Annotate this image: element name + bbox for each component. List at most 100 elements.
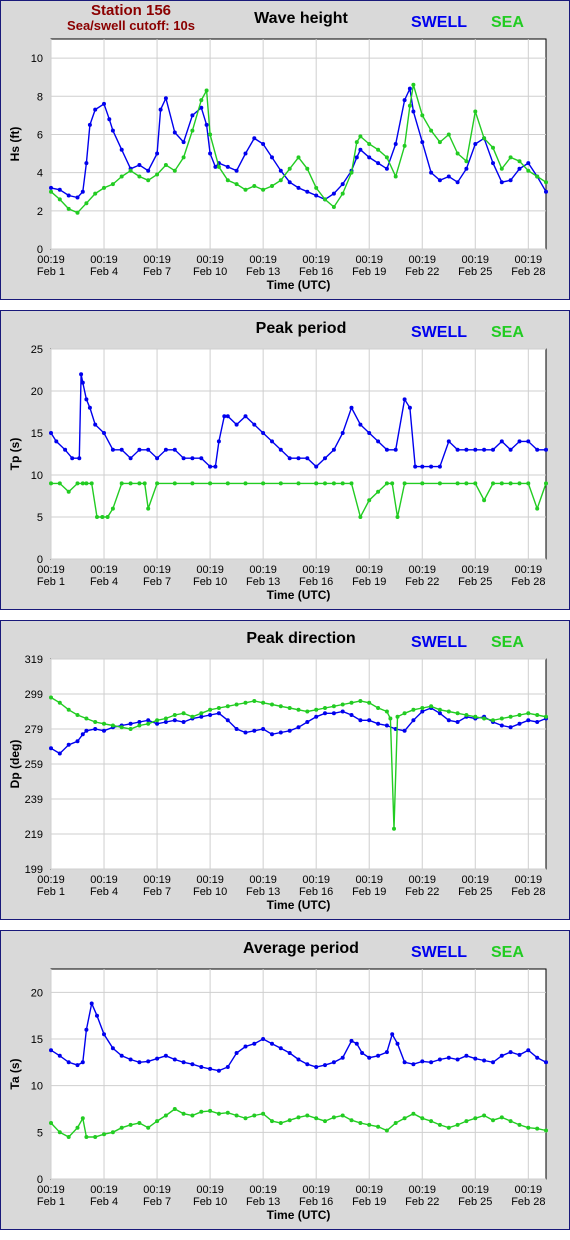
data-point-sea: [155, 718, 160, 723]
data-point-swell: [57, 751, 62, 756]
data-point-sea: [349, 170, 354, 175]
x-tick-date: Feb 4: [90, 576, 118, 588]
x-tick-date: Feb 19: [352, 576, 386, 588]
data-point-swell: [216, 1068, 221, 1073]
x-tick-date: Feb 13: [246, 886, 280, 898]
data-point-sea: [437, 1122, 442, 1127]
data-point-sea: [402, 481, 407, 486]
data-point-sea: [473, 481, 478, 486]
data-point-sea: [146, 178, 151, 183]
y-tick-label: 4: [37, 168, 43, 180]
data-point-sea: [278, 704, 283, 709]
data-point-sea: [270, 702, 274, 707]
data-point-swell: [95, 1013, 99, 1018]
x-tick-date: Feb 13: [246, 1196, 280, 1208]
data-point-sea: [49, 481, 53, 486]
x-tick-date: Feb 25: [458, 886, 492, 898]
x-tick-date: Feb 10: [193, 1196, 227, 1208]
data-point-swell: [208, 1066, 213, 1071]
data-point-sea: [216, 1111, 221, 1116]
data-point-sea: [384, 709, 389, 714]
data-point-swell: [499, 439, 504, 444]
data-point-sea: [464, 1119, 469, 1124]
data-point-swell: [464, 447, 469, 452]
data-point-swell: [222, 414, 227, 419]
data-point-swell: [384, 447, 389, 452]
data-point-sea: [473, 109, 478, 114]
data-point-sea: [181, 711, 186, 716]
data-point-swell: [87, 122, 92, 127]
data-point-sea: [287, 706, 292, 710]
y-tick-label: 5: [37, 1127, 43, 1139]
x-tick-time: 00:19: [90, 254, 118, 266]
data-point-sea: [482, 716, 487, 721]
data-point-swell: [204, 122, 209, 127]
data-point-swell: [163, 447, 168, 452]
data-point-swell: [508, 178, 513, 183]
data-point-swell: [155, 151, 160, 156]
data-point-sea: [473, 1116, 478, 1121]
data-point-sea: [331, 1115, 336, 1120]
data-point-swell: [323, 1063, 327, 1068]
data-point-sea: [499, 481, 504, 486]
data-point-swell: [87, 405, 92, 410]
data-point-sea: [75, 713, 80, 717]
data-point-sea: [464, 713, 469, 717]
data-point-sea: [66, 206, 71, 211]
data-point-swell: [376, 161, 381, 166]
data-point-swell: [128, 456, 133, 461]
data-point-swell: [155, 721, 160, 726]
data-point-swell: [331, 447, 336, 452]
data-point-swell: [314, 464, 319, 469]
data-point-swell: [340, 182, 345, 187]
data-point-sea: [491, 145, 495, 150]
data-point-swell: [172, 130, 177, 135]
data-point-swell: [190, 113, 195, 118]
data-point-sea: [420, 113, 425, 118]
data-point-sea: [482, 136, 487, 141]
data-point-swell: [331, 191, 336, 196]
data-point-sea: [208, 1108, 213, 1113]
data-point-swell: [499, 723, 504, 728]
average-period-panel: 0 5 10 15 20 00:19 Feb 1 00:19 Feb 4 00:19 Feb 7 00…: [0, 930, 570, 1230]
legend-sea: SEA: [491, 14, 524, 31]
data-point-swell: [358, 422, 363, 427]
x-tick-time: 00:19: [302, 254, 330, 266]
x-tick-date: Feb 10: [193, 886, 227, 898]
x-tick-time: 00:19: [302, 1184, 330, 1196]
data-point-swell: [296, 456, 301, 461]
x-tick-date: Feb 16: [299, 886, 333, 898]
data-point-swell: [482, 1058, 487, 1063]
data-point-swell: [80, 189, 85, 194]
data-point-sea: [102, 1132, 106, 1137]
data-point-sea: [314, 185, 319, 190]
data-point-sea: [535, 1126, 540, 1131]
data-point-sea: [93, 720, 98, 724]
x-tick-time: 00:19: [302, 874, 330, 886]
x-tick-date: Feb 7: [143, 576, 171, 588]
data-point-swell: [137, 1060, 142, 1065]
data-point-sea: [119, 725, 124, 730]
data-point-swell: [155, 1056, 160, 1061]
data-point-swell: [367, 1055, 372, 1060]
data-point-sea: [482, 1113, 487, 1118]
data-point-swell: [216, 439, 221, 444]
data-point-swell: [358, 147, 363, 152]
data-point-swell: [305, 189, 310, 194]
data-point-swell: [499, 180, 504, 185]
x-tick-time: 00:19: [462, 564, 490, 576]
x-tick-date: Feb 7: [143, 886, 171, 898]
x-tick-date: Feb 1: [37, 886, 65, 898]
data-point-swell: [84, 161, 89, 166]
data-point-swell: [473, 447, 478, 452]
data-point-swell: [128, 721, 133, 726]
data-point-swell: [49, 185, 53, 190]
data-point-sea: [446, 132, 451, 137]
y-axis-label: Tp (s): [8, 438, 22, 471]
data-point-sea: [163, 1113, 168, 1118]
x-tick-date: Feb 22: [405, 266, 439, 278]
data-point-swell: [517, 439, 522, 444]
data-point-sea: [137, 1121, 142, 1125]
data-point-sea: [392, 826, 396, 831]
x-tick-date: Feb 25: [458, 1196, 492, 1208]
